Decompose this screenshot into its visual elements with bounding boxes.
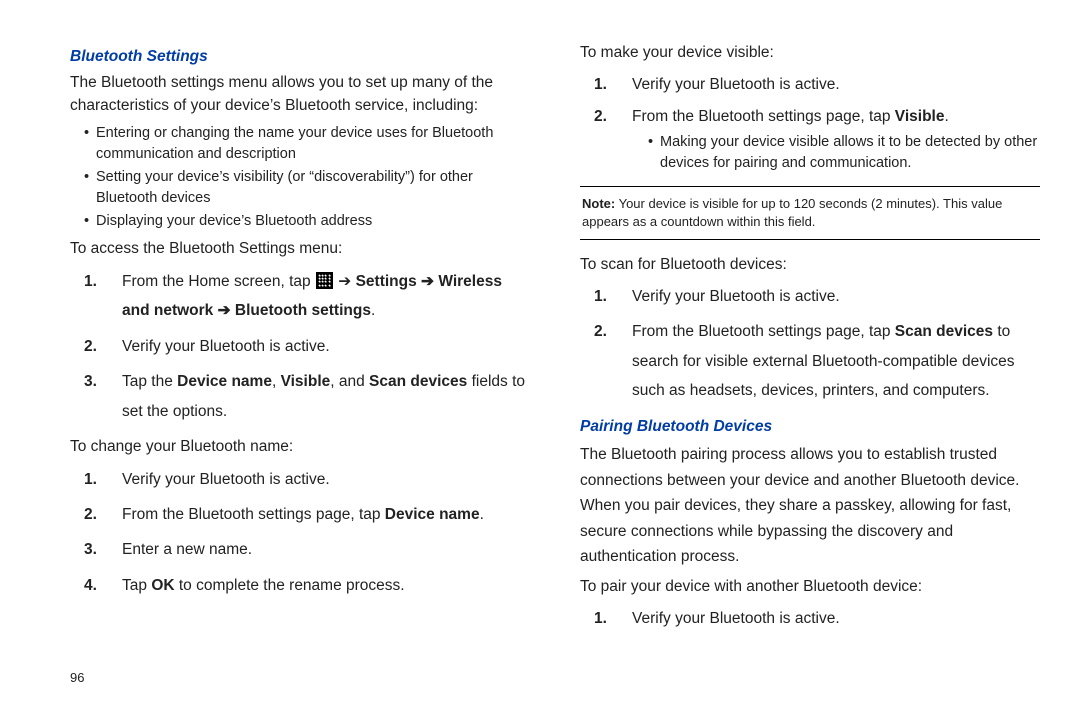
step-item: Verify your Bluetooth is active. (620, 282, 1040, 311)
step-text: , and (330, 373, 369, 390)
step-bold: Visible (281, 373, 331, 390)
step-item: Verify your Bluetooth is active. (110, 332, 530, 361)
step-bold: Scan devices (895, 323, 993, 340)
step-item: From the Home screen, tap ➔ Settings ➔ W… (110, 267, 530, 326)
step-item: From the Bluetooth settings page, tap Vi… (620, 106, 1040, 175)
scan-steps: Verify your Bluetooth is active. From th… (580, 282, 1040, 406)
step-text: From the Bluetooth settings page, tap (122, 506, 385, 523)
step-item: Verify your Bluetooth is active. (620, 70, 1040, 99)
arrow-icon: ➔ (338, 273, 351, 290)
step-item: Tap OK to complete the rename process. (110, 571, 530, 600)
step-text: . (371, 302, 375, 319)
step-bold: Device name (177, 373, 272, 390)
step-text: From the Bluetooth settings page, tap (632, 108, 895, 125)
step-text: . (480, 506, 484, 523)
manual-page: Bluetooth Settings The Bluetooth setting… (0, 0, 1080, 720)
change-name-steps: Verify your Bluetooth is active. From th… (70, 465, 530, 601)
step-text: to complete the rename process. (175, 577, 405, 594)
step-text: , (272, 373, 281, 390)
step-text: From the Bluetooth settings page, tap (632, 323, 895, 340)
step-item: Verify your Bluetooth is active. (110, 465, 530, 494)
list-item: Making your device visible allows it to … (648, 132, 1040, 174)
bluetooth-includes-list: Entering or changing the name your devic… (70, 123, 530, 232)
step-bold: Visible (895, 108, 945, 125)
step-item: From the Bluetooth settings page, tap De… (110, 500, 530, 529)
page-number: 96 (70, 669, 84, 688)
visible-subnotes: Making your device visible allows it to … (632, 132, 1040, 174)
step-item: From the Bluetooth settings page, tap Sc… (620, 317, 1040, 405)
step-item: Verify your Bluetooth is active. (620, 604, 1040, 633)
step-bold: Scan devices (369, 373, 467, 390)
list-item: Entering or changing the name your devic… (84, 123, 530, 165)
left-column: Bluetooth Settings The Bluetooth setting… (70, 40, 530, 684)
apps-grid-icon (316, 272, 333, 289)
make-visible-steps: Verify your Bluetooth is active. From th… (580, 70, 1040, 174)
access-menu-lead: To access the Bluetooth Settings menu: (70, 238, 530, 260)
note-block: Note: Your device is visible for up to 1… (580, 186, 1040, 239)
section-heading-bluetooth-settings: Bluetooth Settings (70, 46, 530, 68)
pair-steps: Verify your Bluetooth is active. (580, 604, 1040, 633)
step-text: Tap (122, 577, 151, 594)
step-item: Enter a new name. (110, 535, 530, 564)
step-text: From the Home screen, tap (122, 273, 315, 290)
make-visible-lead: To make your device visible: (580, 42, 1040, 64)
pair-lead: To pair your device with another Bluetoo… (580, 576, 1040, 598)
list-item: Setting your device’s visibility (or “di… (84, 167, 530, 209)
scan-lead: To scan for Bluetooth devices: (580, 254, 1040, 276)
note-text: Your device is visible for up to 120 sec… (582, 196, 1002, 229)
step-text: Tap the (122, 373, 177, 390)
pairing-intro: The Bluetooth pairing process allows you… (580, 442, 1040, 570)
change-name-lead: To change your Bluetooth name: (70, 436, 530, 458)
right-column: To make your device visible: Verify your… (580, 40, 1040, 684)
step-item: Tap the Device name, Visible, and Scan d… (110, 367, 530, 426)
list-item: Displaying your device’s Bluetooth addre… (84, 211, 530, 232)
step-bold: OK (151, 577, 174, 594)
note-label: Note: (582, 196, 615, 211)
section-heading-pairing: Pairing Bluetooth Devices (580, 416, 1040, 438)
step-text: . (944, 108, 948, 125)
step-bold: Device name (385, 506, 480, 523)
access-menu-steps: From the Home screen, tap ➔ Settings ➔ W… (70, 267, 530, 426)
bluetooth-settings-intro: The Bluetooth settings menu allows you t… (70, 72, 530, 117)
